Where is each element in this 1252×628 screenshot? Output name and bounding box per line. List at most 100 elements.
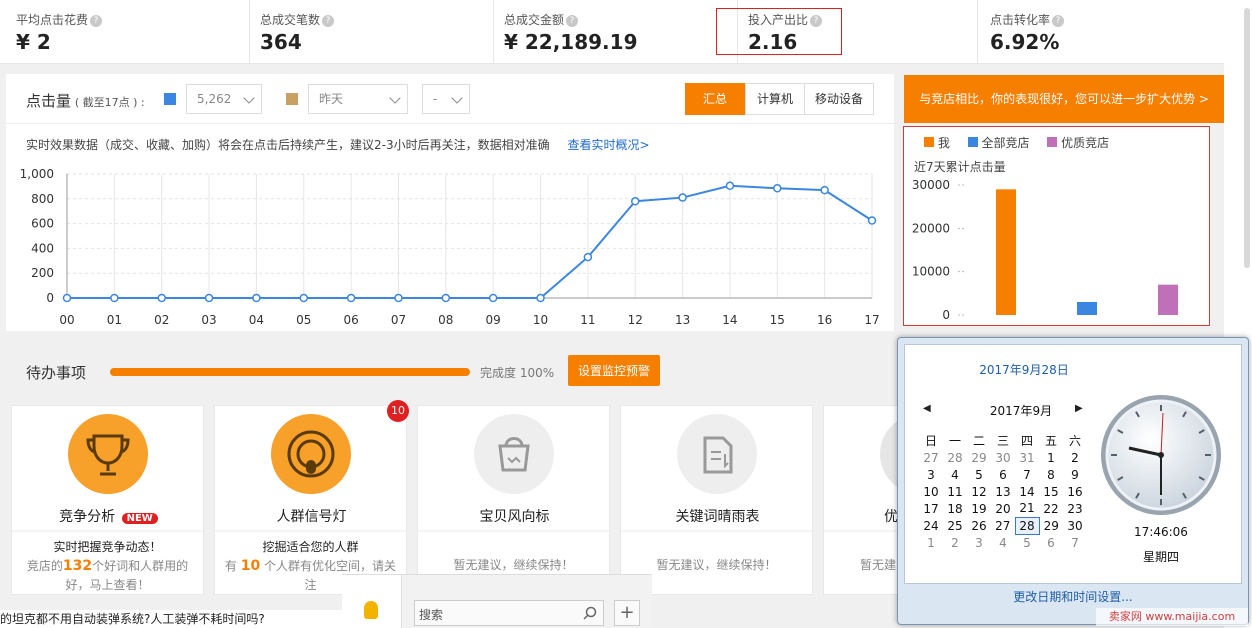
comparison-banner[interactable]: 与竞店相比，你的表现很好，您可以进一步扩大优势 >: [904, 75, 1224, 123]
help-icon[interactable]: ?: [1052, 15, 1065, 27]
tab-computer[interactable]: 计算机: [745, 83, 805, 115]
calendar-day[interactable]: 23: [1063, 500, 1087, 517]
card-text: 个人群有优化空间，请关: [260, 559, 397, 573]
help-icon[interactable]: ?: [566, 15, 579, 27]
todo-card-crowd-signal[interactable]: 10 人群信号灯 挖掘适合您的人群 有 10 个人群有优化空间，请关 注: [214, 400, 409, 595]
stat-avg-click-cost: 平均点击花费? ¥ 2: [0, 0, 250, 64]
data-point: [346, 293, 356, 303]
calendar-day[interactable]: 4: [943, 466, 967, 483]
data-point: [630, 197, 640, 206]
watermark: 卖家网 www.maijia.com: [1096, 608, 1248, 626]
help-icon[interactable]: ?: [322, 15, 335, 27]
realtime-notice: 实时效果数据（成交、收藏、加购）将会在点击后持续产生，建议2-3小时后再关注，数…: [26, 136, 650, 153]
search-input[interactable]: 搜索: [414, 600, 604, 626]
calendar-month[interactable]: 2017年9月: [961, 402, 1081, 419]
card-line1: 挖掘适合您的人群: [262, 540, 359, 554]
stat-value: 6.92%: [990, 30, 1060, 54]
count-badge: 10: [387, 400, 409, 422]
calendar-day[interactable]: 11: [943, 483, 967, 500]
calendar-day[interactable]: 10: [919, 483, 943, 500]
comparison-chart-box: 我 全部竞店 优质竞店 近7天累计点击量 30000 20000 10000 0: [903, 126, 1210, 326]
calendar-day[interactable]: 29: [967, 449, 991, 466]
calendar-day[interactable]: 25: [943, 517, 967, 534]
card-title: 优: [884, 509, 898, 525]
calendar-day[interactable]: 4: [991, 534, 1015, 551]
y-tick-label: 0: [46, 291, 54, 305]
weekday-header: 日: [924, 433, 937, 448]
calendar-day[interactable]: 16: [1063, 483, 1087, 500]
calendar-day[interactable]: 26: [967, 517, 991, 534]
dropdown-value: 昨天: [319, 92, 344, 106]
calendar-day[interactable]: 2: [1063, 449, 1087, 466]
data-point: [773, 184, 782, 193]
compare-period-dropdown[interactable]: 昨天: [308, 84, 408, 114]
calendar-day[interactable]: 5: [967, 466, 991, 483]
bottom-headline[interactable]: 的坦克都不用自动装弹系统?人工装弹不耗时间吗?: [0, 610, 342, 628]
calendar-day[interactable]: 27: [919, 449, 943, 466]
calendar-day[interactable]: 21: [1015, 500, 1039, 517]
realtime-overview-link[interactable]: 查看实时概况>: [567, 138, 649, 152]
progress-label: 完成度 100%: [480, 366, 555, 380]
calendar-day[interactable]: 28: [1014, 516, 1040, 535]
y-tick-label: 10000: [912, 265, 950, 279]
calendar-day[interactable]: 1: [1039, 449, 1063, 466]
calendar-day[interactable]: 6: [1039, 534, 1063, 551]
calendar-day[interactable]: 30: [991, 449, 1015, 466]
calendar-day[interactable]: 1: [919, 534, 943, 551]
card-title: 竞争分析: [59, 509, 116, 525]
calendar-day[interactable]: 31: [1015, 449, 1039, 466]
new-badge: NEW: [121, 513, 158, 524]
calendar-day[interactable]: 24: [919, 517, 943, 534]
calendar-day[interactable]: 29: [1039, 517, 1063, 534]
help-icon[interactable]: ?: [90, 15, 103, 27]
calendar-day[interactable]: 28: [943, 449, 967, 466]
calendar-day[interactable]: 6: [991, 466, 1015, 483]
calendar-day[interactable]: 30: [1063, 517, 1087, 534]
calendar-day[interactable]: 18: [943, 500, 967, 517]
calendar-day[interactable]: 14: [1015, 483, 1039, 500]
extra-dropdown[interactable]: -: [422, 84, 470, 114]
calendar-day[interactable]: 7: [1063, 534, 1087, 551]
highlight-box: [716, 8, 842, 55]
comparison-subtitle: 近7天累计点击量: [914, 160, 1006, 174]
calendar-day[interactable]: 9: [1063, 466, 1087, 483]
calendar-day[interactable]: 5: [1015, 534, 1039, 551]
app-tile[interactable]: [342, 575, 402, 628]
calendar-day[interactable]: 19: [967, 500, 991, 517]
calendar-day[interactable]: 15: [1039, 483, 1063, 500]
stat-value: ¥ 22,189.19: [504, 30, 638, 54]
calendar-day[interactable]: 2: [943, 534, 967, 551]
card-line3: 好，马上查看！: [65, 578, 150, 592]
page-scrollbar[interactable]: [1244, 8, 1250, 268]
search-placeholder: 搜索: [419, 608, 444, 622]
set-alert-button[interactable]: 设置监控预警: [568, 355, 660, 386]
calendar-day[interactable]: 3: [919, 466, 943, 483]
calendar-day[interactable]: 13: [991, 483, 1015, 500]
calendar-date-title[interactable]: 2017年9月28日: [905, 361, 1143, 378]
calendar-day[interactable]: 12: [967, 483, 991, 500]
todo-card-product-vane[interactable]: 宝贝风向标 暂无建议，继续保持！: [417, 405, 610, 595]
stat-label: 总成交金额: [504, 13, 565, 27]
prev-month-arrow[interactable]: ◀: [923, 403, 931, 414]
calendar-day[interactable]: 22: [1039, 500, 1063, 517]
todo-card-competition[interactable]: 竞争分析 NEW 实时把握竞争动态！ 竞店的132个好词和人群用的 好，马上查看…: [11, 405, 204, 595]
calendar-day[interactable]: 27: [991, 517, 1015, 534]
x-tick-label: 10: [533, 313, 548, 327]
calendar-day[interactable]: 7: [1015, 466, 1039, 483]
add-button[interactable]: +: [614, 600, 640, 626]
todo-card-keyword-barometer[interactable]: 关键词晴雨表 暂无建议，继续保持！: [620, 405, 813, 595]
card-text: 竞店的: [26, 559, 63, 573]
calendar-week-row: 27 28 29 30 31 1 2: [919, 449, 1087, 466]
metric-dropdown[interactable]: 5,262: [186, 84, 262, 114]
tab-summary[interactable]: 汇总: [685, 83, 745, 115]
tab-mobile[interactable]: 移动设备: [804, 83, 874, 115]
next-month-arrow[interactable]: ▶: [1075, 403, 1083, 414]
change-datetime-link[interactable]: 更改日期和时间设置...: [904, 588, 1242, 605]
calendar-day[interactable]: 20: [991, 500, 1015, 517]
search-icon[interactable]: [583, 606, 597, 620]
calendar-day[interactable]: 17: [919, 500, 943, 517]
todo-card-partial[interactable]: 优 暂无建: [823, 405, 899, 595]
card-line1: 暂无建议，继续保持！: [453, 558, 574, 572]
calendar-day[interactable]: 3: [967, 534, 991, 551]
calendar-day[interactable]: 8: [1039, 466, 1063, 483]
